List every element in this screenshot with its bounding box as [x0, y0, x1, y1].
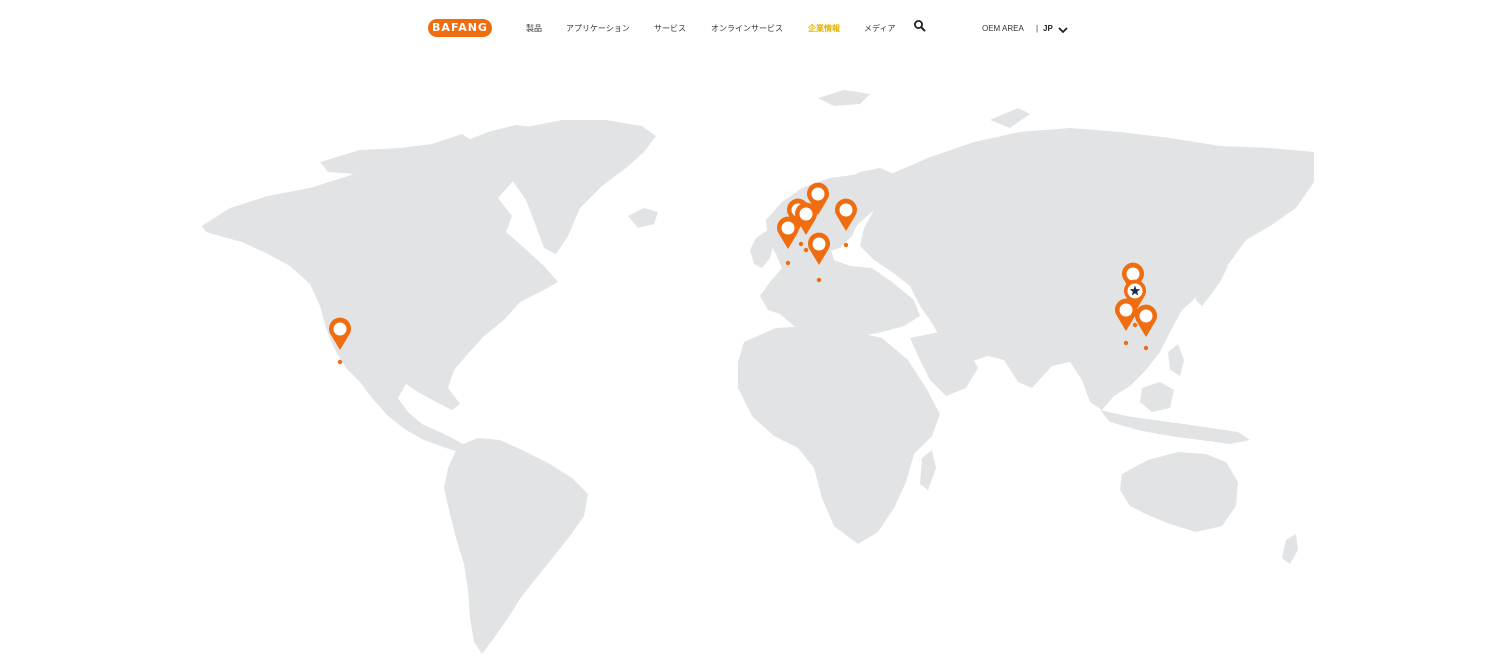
nav-products[interactable]: 製品 [526, 23, 542, 35]
map-marker-center [333, 322, 347, 336]
map-pin-dot [803, 247, 809, 253]
map-pin-dot [1132, 322, 1138, 328]
borneo [1140, 382, 1174, 412]
map-pin-dot [816, 277, 822, 283]
map-pin-dot [1123, 340, 1129, 346]
nav-company-info[interactable]: 企業情報 [808, 23, 840, 35]
chevron-down-icon[interactable] [1057, 24, 1069, 36]
map-marker-center [1119, 303, 1133, 317]
continents [202, 90, 1314, 654]
south-america [444, 438, 588, 654]
map-marker-center [811, 187, 825, 201]
philippines [1168, 344, 1184, 376]
search-icon[interactable] [913, 19, 927, 33]
map-pin-dot [785, 260, 791, 266]
greenland [490, 120, 656, 254]
world-map-svg [202, 90, 1314, 654]
map-marker-center [799, 207, 813, 221]
arctic-eurasia [818, 90, 870, 106]
australia [1120, 452, 1238, 532]
map-pin-dot [798, 241, 804, 247]
language-selector[interactable]: JP [1043, 23, 1053, 35]
nav-online-services[interactable]: オンラインサービス [711, 23, 783, 35]
madagascar [920, 450, 936, 490]
bafang-logo[interactable]: BAFANG [428, 19, 492, 37]
british-isles [750, 230, 774, 268]
africa [738, 326, 940, 544]
new-zealand [1282, 534, 1298, 564]
nav-media[interactable]: メディア [864, 23, 895, 35]
map-marker-center [1126, 267, 1140, 281]
map-marker-center [781, 221, 795, 235]
map-pin-dot [1143, 345, 1149, 351]
map-marker-center [1139, 309, 1153, 323]
map-marker-center [812, 237, 826, 251]
oem-area-link[interactable]: OEM AREA [982, 23, 1024, 35]
iceland [628, 208, 658, 228]
top-navigation: BAFANG 製品 アプリケーション サービス オンラインサービス 企業情報 メ… [0, 0, 1500, 60]
nav-services[interactable]: サービス [654, 23, 686, 35]
nav-applications[interactable]: アプリケーション [566, 23, 630, 35]
map-pin-dot [337, 359, 343, 365]
world-map [170, 70, 1330, 660]
map-pin-dot [843, 242, 849, 248]
language-separator: | [1036, 24, 1039, 33]
map-marker-center [839, 203, 853, 217]
indonesia [1100, 410, 1250, 444]
novaya-zemlya [990, 108, 1030, 128]
